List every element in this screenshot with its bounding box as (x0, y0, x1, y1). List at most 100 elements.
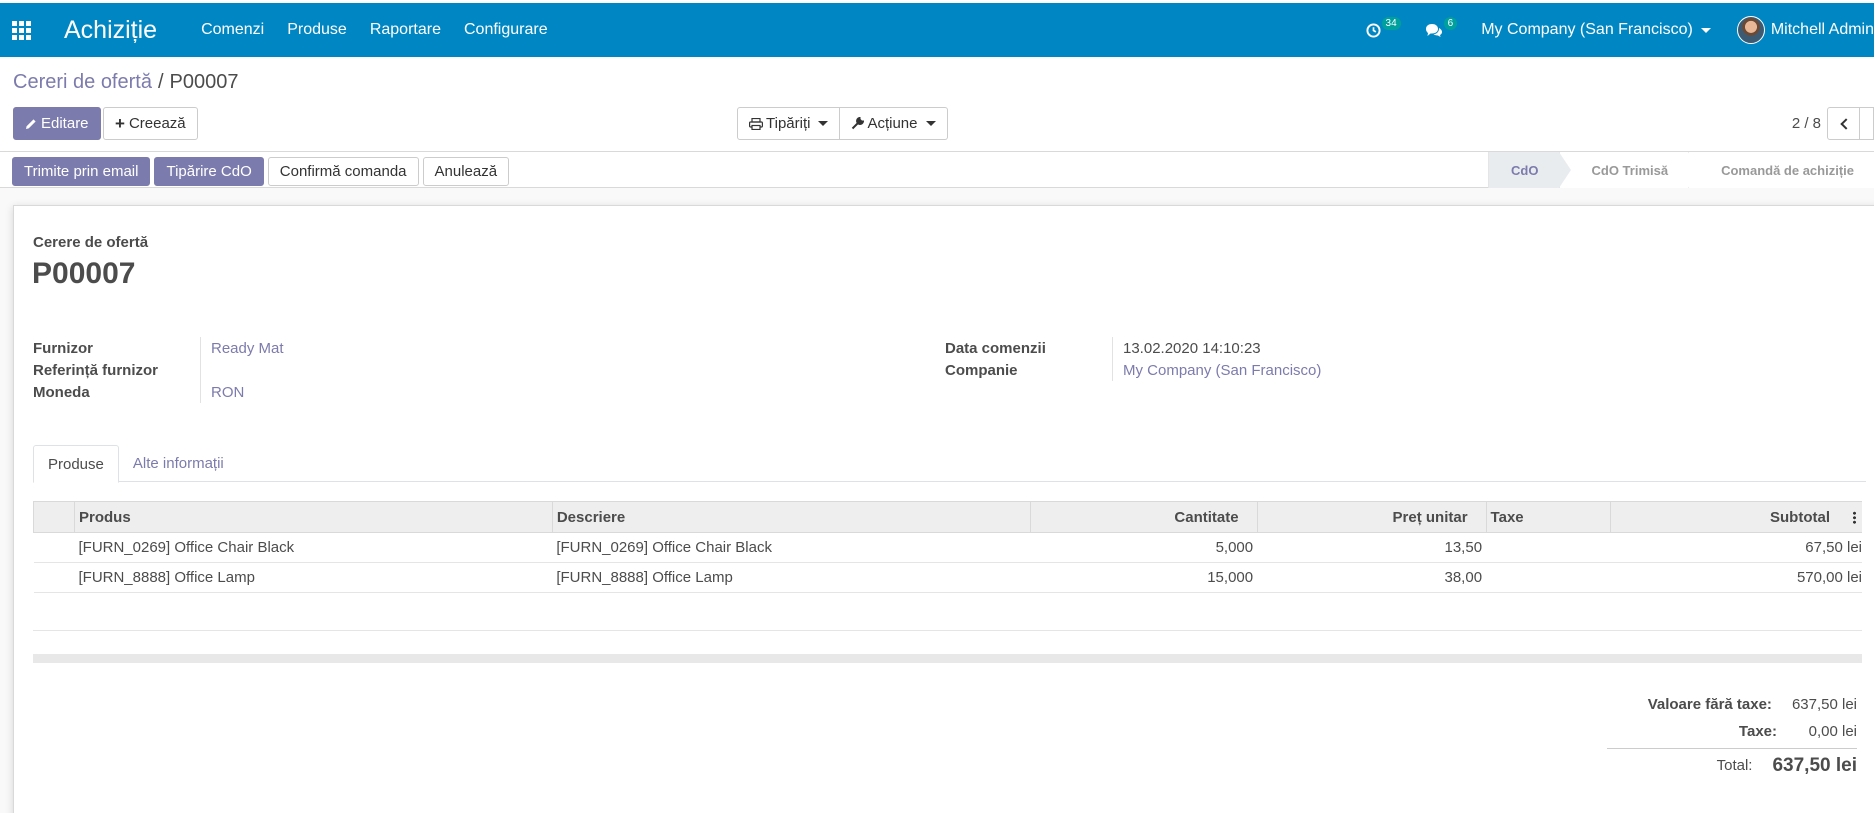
app-brand[interactable]: Achiziție (64, 16, 157, 45)
pager-value[interactable]: 2 / 8 (1792, 115, 1821, 132)
total-row: Total: 637,50 lei (1607, 748, 1857, 782)
menu-item-configuration[interactable]: Configurare (464, 21, 548, 39)
clock-icon (1366, 22, 1381, 38)
cell-product: [FURN_0269] Office Chair Black (74, 532, 553, 563)
stage-pipeline: CdO CdO Trimisă Comandă de achiziție (1488, 152, 1874, 188)
empty-rows (33, 601, 1862, 631)
total-label: Total: (1716, 757, 1753, 774)
create-button-label: Creează (128, 115, 186, 132)
create-button[interactable]: + Creează (103, 107, 198, 140)
user-name: Mitchell Admin (1770, 21, 1874, 38)
row-handle (33, 532, 75, 563)
horizontal-scrollbar[interactable] (33, 654, 1862, 663)
pencil-icon (26, 118, 36, 129)
cell-unit-price: 38,00 (1257, 562, 1487, 593)
field-row-vendor-reference: Referință furnizor (33, 359, 284, 381)
column-header-unit-price[interactable]: Preț unitar (1256, 501, 1487, 533)
tab-other-info[interactable]: Alte informații (119, 445, 238, 482)
menu-item-orders[interactable]: Comenzi (201, 21, 264, 39)
pager-previous-button[interactable] (1827, 107, 1860, 140)
currency-link[interactable]: RON (201, 384, 244, 401)
messages-button[interactable]: 6 (1425, 16, 1458, 38)
empty-row (33, 601, 1862, 631)
action-dropdown-button[interactable]: Acțiune (840, 107, 948, 140)
cell-taxes (1486, 532, 1611, 563)
form-statusbar: Trimite prin email Tipărire CdO Confirmă… (0, 152, 1874, 188)
column-header-quantity[interactable]: Cantitate (1029, 501, 1258, 533)
row-handle (33, 562, 75, 593)
cell-unit-price: 13,50 (1257, 532, 1487, 563)
confirm-order-button[interactable]: Confirmă comanda (267, 157, 419, 186)
taxes-row: Taxe: 0,00 lei (1607, 718, 1857, 745)
stage-rfq-sent[interactable]: CdO Trimisă (1558, 152, 1700, 188)
cell-description: [FURN_0269] Office Chair Black (552, 532, 1031, 563)
order-lines-table: Produs Descriere Cantitate Preț unitar T… (33, 501, 1862, 593)
column-header-subtotal[interactable]: Subtotal (1609, 501, 1862, 533)
activity-button[interactable]: 34 (1366, 16, 1401, 38)
field-row-currency: Moneda RON (33, 381, 284, 403)
handle-column-header (33, 501, 75, 533)
column-header-description[interactable]: Descriere (551, 501, 1031, 533)
subtotal-header-label: Subtotal (1770, 508, 1830, 526)
right-field-group: Data comenzii 13.02.2020 14:10:23 Compan… (945, 337, 1321, 381)
stage-rfq[interactable]: CdO (1488, 152, 1572, 188)
field-row-order-date: Data comenzii 13.02.2020 14:10:23 (945, 337, 1321, 359)
untaxed-amount-label: Valoare fără taxe: (1647, 696, 1772, 713)
breadcrumb: Cereri de ofertă / P00007 (13, 71, 239, 94)
cell-subtotal: 570,00 lei (1610, 562, 1862, 593)
untaxed-amount-row: Valoare fără taxe: 637,50 lei (1607, 691, 1857, 718)
caret-down-icon (1700, 27, 1711, 33)
top-navbar: Achiziție Comenzi Produse Raportare Conf… (0, 0, 1874, 57)
left-field-group: Furnizor Ready Mat Referință furnizor Mo… (33, 337, 284, 403)
table-row[interactable]: [FURN_8888] Office Lamp [FURN_8888] Offi… (33, 562, 1862, 593)
cell-quantity: 5,000 (1030, 532, 1258, 563)
table-row[interactable]: [FURN_0269] Office Chair Black [FURN_026… (33, 532, 1862, 563)
document-title: P00007 (32, 257, 136, 290)
apps-menu-icon[interactable] (0, 3, 42, 57)
field-label: Data comenzii (945, 337, 1113, 359)
print-button-label: Tipăriți (766, 115, 811, 132)
form-sheet: Cerere de ofertă P00007 Furnizor Ready M… (13, 205, 1874, 813)
optional-columns-icon[interactable] (1853, 511, 1856, 524)
cell-subtotal: 67,50 lei (1610, 532, 1862, 563)
field-row-vendor: Furnizor Ready Mat (33, 337, 284, 359)
user-menu[interactable]: Mitchell Admin (1736, 16, 1874, 44)
column-header-product[interactable]: Produs (73, 501, 553, 533)
company-link[interactable]: My Company (San Francisco) (1113, 362, 1321, 379)
taxes-label: Taxe: (1738, 723, 1777, 740)
main-menu: Comenzi Produse Raportare Configurare (201, 21, 571, 39)
column-header-taxes[interactable]: Taxe (1485, 501, 1611, 533)
control-panel: Cereri de ofertă / P00007 Editare + Creeaz… (0, 57, 1874, 152)
status-buttons: Trimite prin email Tipărire CdO Confirmă… (12, 157, 510, 186)
breadcrumb-current: P00007 (169, 71, 239, 93)
field-label: Referință furnizor (33, 359, 201, 381)
send-email-button[interactable]: Trimite prin email (12, 157, 151, 186)
stage-purchase-order[interactable]: Comandă de achiziție (1688, 152, 1874, 188)
document-type-label: Cerere de ofertă (33, 234, 149, 251)
caret-down-icon (925, 121, 936, 126)
caret-down-icon (818, 121, 829, 126)
sidebar-actions: Tipăriți Acțiune (737, 107, 948, 140)
activity-count-badge: 34 (1381, 16, 1401, 30)
pager-next-button[interactable] (1860, 107, 1874, 140)
systray: 34 6 My Company (San Francisco) Mitchell… (1366, 3, 1874, 57)
cell-quantity: 15,000 (1030, 562, 1258, 593)
table-header-row: Produs Descriere Cantitate Preț unitar T… (33, 501, 1862, 533)
taxes-value: 0,00 lei (1808, 723, 1857, 740)
action-button-label: Acțiune (867, 115, 918, 132)
edit-button[interactable]: Editare (13, 107, 101, 140)
company-switcher[interactable]: My Company (San Francisco) (1481, 21, 1711, 39)
print-rfq-button[interactable]: Tipărire CdO (154, 157, 264, 186)
tab-products[interactable]: Produse (33, 445, 119, 483)
menu-item-reporting[interactable]: Raportare (370, 21, 441, 39)
print-dropdown-button[interactable]: Tipăriți (737, 107, 841, 140)
menu-item-products[interactable]: Produse (287, 21, 347, 39)
field-label: Companie (945, 359, 1113, 381)
breadcrumb-separator: / (157, 71, 164, 93)
cancel-button[interactable]: Anulează (422, 157, 510, 186)
field-row-company: Companie My Company (San Francisco) (945, 359, 1321, 381)
breadcrumb-parent-link[interactable]: Cereri de ofertă (13, 71, 152, 93)
wrench-icon (852, 117, 865, 130)
avatar (1736, 16, 1765, 44)
vendor-link[interactable]: Ready Mat (201, 340, 284, 357)
